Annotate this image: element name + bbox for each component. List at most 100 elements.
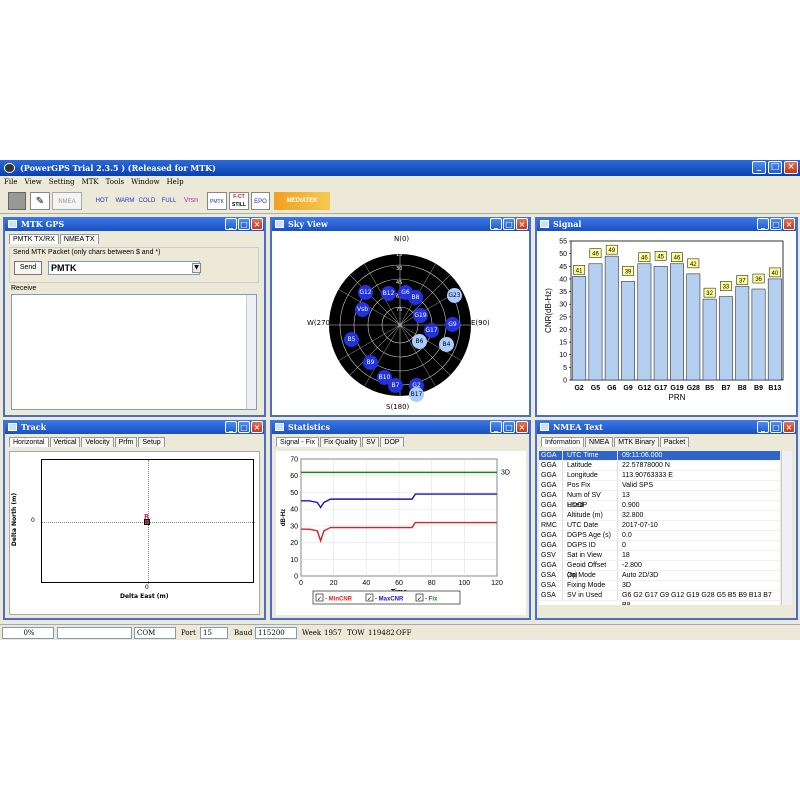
tab-sv[interactable]: SV <box>362 437 380 447</box>
table-row[interactable]: GGA Geoid Offset (m) -2.800 <box>539 561 780 579</box>
tab-mtk-binary[interactable]: MTK Binary <box>614 437 659 447</box>
panel-close-button[interactable]: × <box>251 421 263 433</box>
menu-window[interactable]: Window <box>131 177 160 188</box>
panel-maximize-button[interactable]: □ <box>503 421 515 433</box>
tab-pmtk-txrx[interactable]: PMTK TX/RX <box>9 234 59 244</box>
tab-nmea[interactable]: NMEA <box>585 437 614 447</box>
tab-prfm[interactable]: Prfm <box>114 437 138 447</box>
satellite-marker[interactable]: Vsb <box>355 302 370 317</box>
table-row[interactable]: GGA DGPS ID 0 <box>539 541 780 551</box>
satellite-marker[interactable]: B8 <box>408 290 423 305</box>
receive-textarea[interactable] <box>11 294 257 410</box>
table-row[interactable]: RMC UTC Date 2017-07-10 <box>539 521 780 531</box>
satellite-marker[interactable]: G9 <box>445 317 460 332</box>
table-row[interactable]: GGA Pos Fix Valid SPS <box>539 481 780 491</box>
menu-view[interactable]: View <box>24 177 41 188</box>
panel-maximize-button[interactable]: □ <box>238 421 250 433</box>
panel-close-button[interactable]: × <box>783 218 795 230</box>
panel-minimize-button[interactable]: _ <box>490 218 502 230</box>
ring-label: 15 <box>396 252 403 258</box>
version-button[interactable]: Vrsn <box>180 192 202 210</box>
x-tick-label: 80 <box>428 580 436 587</box>
y-tick-label: 10 <box>559 352 567 359</box>
table-row[interactable]: GSA Op Mode Auto 2D/3D <box>539 571 780 581</box>
satellite-marker[interactable]: B9 <box>363 355 378 370</box>
table-row[interactable]: GGA Longitude 113.90763333 E <box>539 471 780 481</box>
tab-dop[interactable]: DOP <box>380 437 404 447</box>
menu-setting[interactable]: Setting <box>49 177 75 188</box>
panel-icon <box>8 220 17 228</box>
pmtk-button[interactable]: PMTK <box>207 192 227 210</box>
baud-select[interactable]: 115200 <box>255 627 297 639</box>
satellite-marker[interactable]: B17 <box>409 387 424 402</box>
table-row[interactable]: GSA Fixing Mode 3D <box>539 581 780 591</box>
close-button[interactable]: × <box>784 161 798 174</box>
table-row[interactable]: GGA DGPS Age (s) 0.0 <box>539 531 780 541</box>
tab-signal-fix[interactable]: Signal - Fix <box>276 437 320 447</box>
satellite-marker[interactable]: B6 <box>412 334 427 349</box>
panel-minimize-button[interactable]: _ <box>225 218 237 230</box>
value-cell: 13 <box>622 492 630 499</box>
nmea-scrollbar[interactable] <box>781 451 792 605</box>
chevron-down-icon[interactable]: ▼ <box>192 263 201 273</box>
table-row[interactable]: GSV Sat in View 18 <box>539 551 780 561</box>
table-row[interactable]: GGA Altitude (m) 32.800 <box>539 511 780 521</box>
satellite-marker[interactable]: B5 <box>344 332 359 347</box>
menu-file[interactable]: File <box>4 177 17 188</box>
stop-button[interactable] <box>8 192 26 210</box>
table-row[interactable]: GGA Latitude 22.57878000 N <box>539 461 780 471</box>
panel-maximize-button[interactable]: □ <box>503 218 515 230</box>
panel-maximize-button[interactable]: □ <box>770 421 782 433</box>
satellite-marker[interactable]: G12 <box>358 285 373 300</box>
satellite-marker[interactable]: G17 <box>424 323 439 338</box>
tab-velocity[interactable]: Velocity <box>81 437 114 447</box>
tab-information[interactable]: Information <box>541 437 585 447</box>
minimize-button[interactable]: _ <box>752 161 766 174</box>
track-title: Track <box>21 422 47 432</box>
packet-input[interactable]: PMTK <box>48 261 200 275</box>
panel-minimize-button[interactable]: _ <box>757 218 769 230</box>
maximize-button[interactable]: □ <box>768 161 782 174</box>
menu-help[interactable]: Help <box>167 177 184 188</box>
warm-start-button[interactable]: WARM <box>114 192 136 210</box>
fix-annotation: 3D <box>501 469 510 476</box>
hot-start-button[interactable]: HOT <box>92 192 112 210</box>
send-button[interactable]: Send <box>14 261 42 275</box>
tab-horizontal[interactable]: Horizontal <box>9 437 49 447</box>
full-start-button[interactable]: FULL <box>159 192 179 210</box>
satellite-marker[interactable]: B12 <box>381 286 396 301</box>
panel-close-button[interactable]: × <box>516 218 528 230</box>
table-row[interactable]: GGA HDOP 0.900 <box>539 501 780 511</box>
epo-button[interactable]: EPO <box>251 192 270 210</box>
tab-vertical[interactable]: Vertical <box>49 437 81 447</box>
panel-minimize-button[interactable]: _ <box>490 421 502 433</box>
menu-tools[interactable]: Tools <box>106 177 124 188</box>
panel-maximize-button[interactable]: □ <box>770 218 782 230</box>
table-row[interactable]: GGA UTC Time 09:11:06.000 <box>539 451 780 461</box>
satellite-marker[interactable]: B4 <box>439 337 454 352</box>
tab-setup[interactable]: Setup <box>138 437 165 447</box>
connect-icon[interactable]: ✎ <box>30 192 50 210</box>
table-row[interactable]: GGA Num of SV Used 13 <box>539 491 780 509</box>
satellite-marker[interactable]: B7 <box>388 378 403 393</box>
panel-close-button[interactable]: × <box>783 421 795 433</box>
receive-scrollbar[interactable] <box>246 295 256 409</box>
menu-mtk[interactable]: MTK <box>82 177 99 188</box>
tab-nmea-tx[interactable]: NMEA TX <box>59 234 99 244</box>
fct-still-button[interactable]: F-CT STILL <box>229 192 249 210</box>
tab-fix-quality[interactable]: Fix Quality <box>320 437 362 447</box>
tab-packet[interactable]: Packet <box>659 437 690 447</box>
panel-maximize-button[interactable]: □ <box>238 218 250 230</box>
table-row[interactable]: GSA SV in Used G6 G2 G17 G9 G12 G19 G28 G5… <box>539 591 780 605</box>
satellite-marker[interactable]: G23 <box>447 288 462 303</box>
sky-view-panel: Sky View _□× N(0) S(180) E(90) W(270) <box>270 217 531 417</box>
panel-close-button[interactable]: × <box>251 218 263 230</box>
port-select[interactable]: 15 <box>200 627 228 639</box>
satellite-marker[interactable]: G19 <box>413 308 428 323</box>
cold-start-button[interactable]: COLD <box>137 192 157 210</box>
nmea-select[interactable]: NMEA <box>52 192 82 210</box>
panel-minimize-button[interactable]: _ <box>757 421 769 433</box>
panel-close-button[interactable]: × <box>516 421 528 433</box>
com-select[interactable]: COM <box>134 627 176 639</box>
panel-minimize-button[interactable]: _ <box>225 421 237 433</box>
